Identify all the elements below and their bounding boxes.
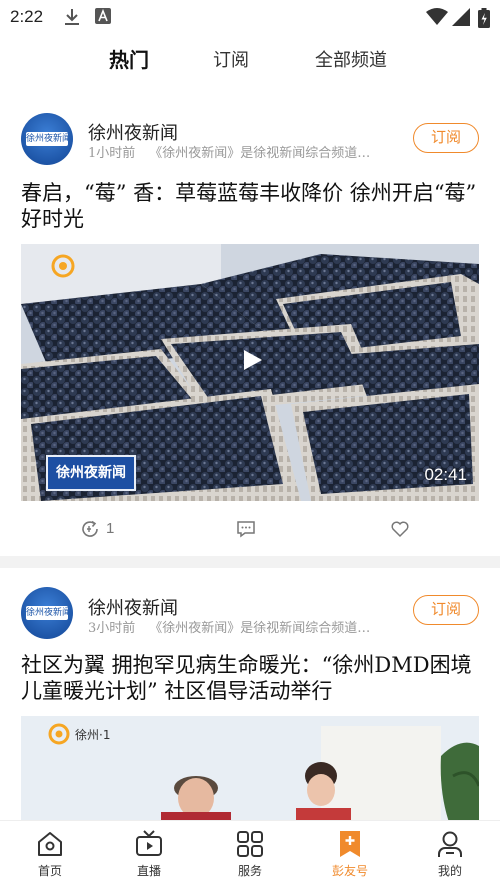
channel-meta: 3小时前 《徐州夜新闻》是徐视新闻综合频道… — [88, 617, 410, 636]
headline[interactable]: 社区为翼 拥抱罕见病生命暖光：“徐州DMD困境儿童暖光计划” 社区倡导活动举行 — [21, 652, 483, 704]
nav-home[interactable]: 首页 — [20, 829, 80, 879]
share-icon[interactable] — [80, 519, 100, 543]
home-icon — [38, 832, 62, 856]
feed-card[interactable]: 徐州夜新闻 徐州夜新闻 1小时前 《徐州夜新闻》是徐视新闻综合频道… 订阅 春启，… — [0, 96, 500, 556]
status-bar: 2:22 — [0, 0, 500, 34]
channel-avatar[interactable]: 徐州夜新闻 — [21, 113, 73, 165]
video-duration: 02:41 — [424, 465, 467, 484]
feed-card[interactable]: 徐州夜新闻 徐州夜新闻 3小时前 《徐州夜新闻》是徐视新闻综合频道… 订阅 社区为… — [0, 568, 500, 820]
channel-description: 《徐州夜新闻》是徐视新闻综合频道… — [149, 146, 371, 161]
tab-hot[interactable]: 热门 — [109, 44, 149, 73]
card-actions: 1 — [0, 515, 500, 545]
font-icon — [95, 8, 111, 28]
status-time: 2:22 — [10, 7, 44, 26]
nav-label: 服务 — [237, 864, 262, 878]
news-feed: 徐州夜新闻 徐州夜新闻 1小时前 《徐州夜新闻》是徐视新闻综合频道… 订阅 春启，… — [0, 96, 500, 820]
subscribe-button[interactable]: 订阅 — [413, 595, 479, 625]
top-tabs: 热门 订阅 全部频道 — [0, 42, 500, 82]
video-logo-text: 徐州·1 — [75, 728, 111, 742]
nav-live[interactable]: 直播 — [119, 829, 179, 879]
channel-avatar[interactable]: 徐州夜新闻 — [21, 587, 73, 639]
nav-me[interactable]: 我的 — [420, 829, 480, 879]
avatar-logo: 徐州夜新闻 — [26, 132, 68, 146]
video-thumbnail[interactable]: 徐州夜新闻 02:41 — [21, 244, 479, 501]
post-time: 3小时前 — [88, 621, 136, 636]
user-icon — [438, 831, 462, 857]
card-divider — [0, 556, 500, 568]
comment-icon[interactable] — [236, 519, 256, 543]
video-logo-text: 徐州夜新闻 — [56, 465, 126, 481]
nav-label: 彭友号 — [331, 864, 368, 878]
avatar-logo: 徐州夜新闻 — [26, 606, 68, 620]
bottom-nav: 首页 直播 服务 彭友号 我的 — [0, 820, 500, 888]
nav-label: 直播 — [136, 864, 161, 878]
nav-pengyouhao[interactable]: 彭友号 — [320, 829, 380, 879]
video-channel-logo: 徐州夜新闻 — [46, 455, 136, 491]
nav-services[interactable]: 服务 — [220, 829, 280, 879]
bookmark-plus-icon — [340, 831, 360, 857]
like-icon[interactable] — [390, 519, 410, 543]
video-thumbnail[interactable]: 徐州·1 — [21, 716, 479, 820]
download-icon — [64, 8, 80, 30]
tab-all-channels[interactable]: 全部频道 — [315, 46, 387, 72]
wifi-icon — [426, 8, 448, 30]
subscribe-button[interactable]: 订阅 — [413, 123, 479, 153]
signal-icon — [452, 8, 470, 30]
headline[interactable]: 春启，“莓” 香：草莓蓝莓丰收降价 徐州开启“莓” 好时光 — [21, 180, 483, 232]
channel-description: 《徐州夜新闻》是徐视新闻综合频道… — [149, 621, 371, 636]
share-count: 1 — [106, 520, 115, 537]
grid-icon — [237, 831, 263, 857]
post-time: 1小时前 — [88, 146, 136, 161]
tab-subscribed[interactable]: 订阅 — [213, 46, 249, 72]
nav-label: 首页 — [37, 864, 62, 878]
nav-label: 我的 — [437, 864, 462, 878]
channel-meta: 1小时前 《徐州夜新闻》是徐视新闻综合频道… — [88, 142, 410, 161]
tv-icon — [136, 830, 162, 856]
battery-icon — [478, 8, 490, 32]
